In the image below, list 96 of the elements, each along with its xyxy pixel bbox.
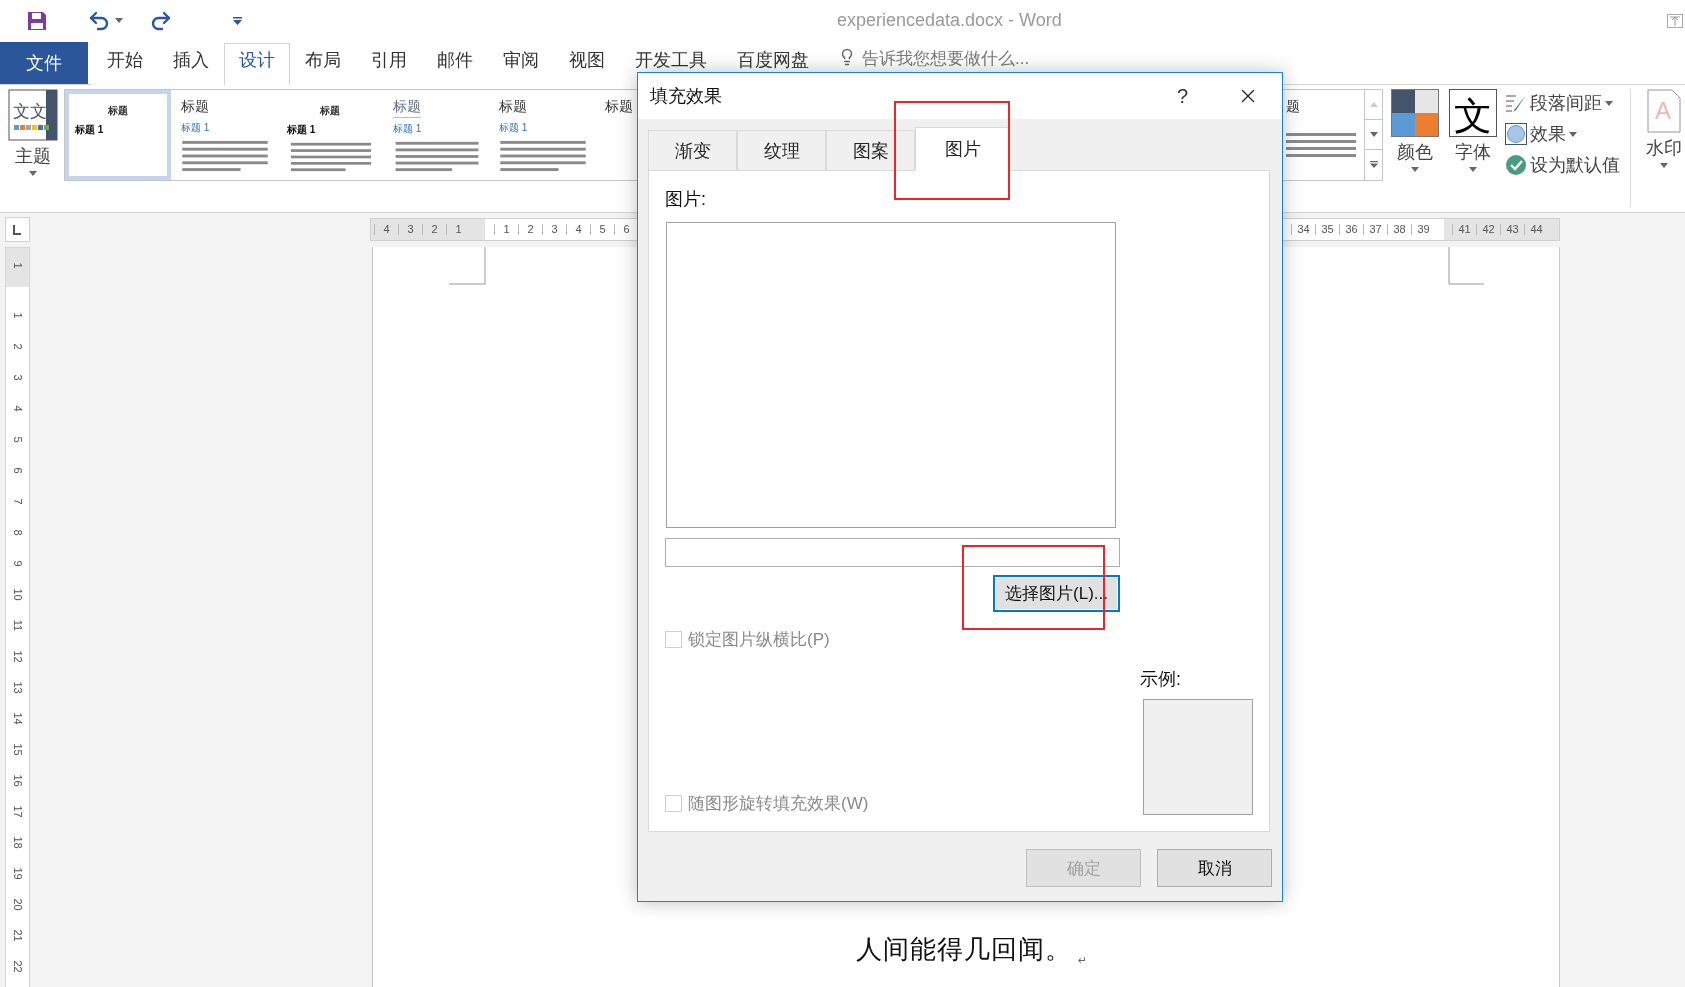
ruler-number: 20 bbox=[11, 898, 25, 911]
up-arrow-icon bbox=[1369, 101, 1378, 107]
ruler-number: 4 bbox=[566, 224, 590, 236]
font-icon: 文 bbox=[1449, 88, 1497, 137]
ruler-number: 1 bbox=[11, 262, 25, 269]
ruler-number: 3 bbox=[398, 224, 422, 236]
ruler-number: 21 bbox=[11, 929, 25, 942]
style-option[interactable]: 标题 标题 1 bbox=[277, 89, 383, 180]
dropdown-caret-icon bbox=[1660, 162, 1668, 168]
set-default-button[interactable]: 设为默认值 bbox=[1505, 152, 1620, 178]
tab-selector-icon[interactable] bbox=[5, 217, 30, 243]
watermark-button[interactable]: A 水印 bbox=[1645, 88, 1683, 168]
ruler-number: 34 bbox=[1291, 224, 1315, 236]
dialog-tab[interactable]: 纹理 bbox=[737, 130, 826, 170]
paragraph-spacing-button[interactable]: 段落间距 bbox=[1505, 90, 1620, 116]
dialog-tab[interactable]: 渐变 bbox=[648, 130, 737, 170]
customize-caret-icon[interactable] bbox=[233, 16, 242, 25]
dropdown-caret-icon bbox=[1411, 166, 1419, 172]
paragraph-mark: ↵ bbox=[1078, 954, 1088, 967]
fonts-button[interactable]: 文 字体 bbox=[1448, 88, 1498, 172]
ruler-number: 36 bbox=[1339, 224, 1363, 236]
ruler-number: 35 bbox=[1315, 224, 1339, 236]
ruler-number: 1 bbox=[494, 224, 518, 236]
margin-corner-mark bbox=[1448, 247, 1484, 285]
ruler-number: 2 bbox=[422, 224, 446, 236]
ruler-number: 9 bbox=[11, 560, 25, 567]
field-label: 图片: bbox=[665, 188, 707, 211]
style-option[interactable]: 题 bbox=[1282, 89, 1364, 180]
dialog-tab[interactable]: 图片 bbox=[915, 127, 1010, 171]
ruler-number: 41 bbox=[1452, 224, 1476, 236]
color-palette-icon bbox=[1391, 88, 1439, 137]
ruler-number: 5 bbox=[590, 224, 614, 236]
paragraph-text: 人间能得几回闻。 bbox=[856, 934, 1072, 966]
style-option[interactable]: 标题 标题 1 bbox=[65, 89, 171, 180]
dialog-tab[interactable]: 图案 bbox=[826, 130, 915, 170]
down-arrow-icon bbox=[1369, 132, 1378, 137]
ruler-number: 4 bbox=[374, 224, 398, 236]
dropdown-caret-icon bbox=[29, 170, 37, 176]
window-title: experiencedata.docx - Word bbox=[837, 10, 1062, 32]
effects-button[interactable]: 效果 bbox=[1505, 121, 1620, 147]
ruler-number: 44 bbox=[1524, 224, 1548, 236]
margin-corner-mark bbox=[449, 247, 486, 285]
ruler-number: 16 bbox=[11, 774, 25, 787]
ruler-number: 3 bbox=[542, 224, 566, 236]
expand-icon bbox=[1369, 161, 1378, 169]
watermark-icon: A bbox=[1647, 88, 1681, 133]
style-option[interactable]: 标题 标题 1 bbox=[489, 89, 595, 180]
ruler-number: 39 bbox=[1411, 224, 1435, 236]
ruler-number: 1 bbox=[11, 312, 25, 319]
colors-button[interactable]: 颜色 bbox=[1390, 88, 1440, 172]
ruler-number: 19 bbox=[11, 867, 25, 880]
theme-button[interactable]: 文文 主题 bbox=[8, 88, 58, 176]
save-icon[interactable] bbox=[27, 10, 47, 31]
dialog-title: 填充效果 bbox=[650, 85, 722, 108]
ruler-number: 5 bbox=[11, 436, 25, 443]
picture-path-field[interactable] bbox=[665, 538, 1120, 567]
ruler-number: 18 bbox=[11, 836, 25, 849]
checkbox-label: 随图形旋转填充效果(W) bbox=[688, 793, 869, 815]
check-icon bbox=[1505, 154, 1527, 176]
ruler-number: 22 bbox=[11, 960, 25, 973]
ruler-number: 43 bbox=[1500, 224, 1524, 236]
help-button[interactable]: ? bbox=[1176, 84, 1188, 108]
ruler-number: 12 bbox=[11, 650, 25, 663]
dropdown-caret-icon bbox=[115, 18, 123, 24]
dropdown-caret-icon bbox=[1469, 166, 1477, 172]
ribbon-display-icon[interactable] bbox=[1667, 13, 1683, 28]
ruler-number: 15 bbox=[11, 743, 25, 756]
ruler-number: 14 bbox=[11, 712, 25, 725]
ruler-number: 13 bbox=[11, 681, 25, 694]
ruler-number: 38 bbox=[1387, 224, 1411, 236]
effects-icon bbox=[1505, 123, 1527, 145]
ruler-number: 1 bbox=[446, 224, 470, 236]
ruler-number: 2 bbox=[518, 224, 542, 236]
theme-icon: 文文 bbox=[8, 88, 58, 141]
ruler-number: 2 bbox=[11, 343, 25, 350]
dropdown-caret-icon bbox=[1569, 131, 1577, 137]
dropdown-caret-icon bbox=[1605, 100, 1613, 106]
style-option[interactable]: 标题 标题 1 bbox=[383, 89, 489, 180]
paragraph-spacing-icon bbox=[1505, 93, 1527, 113]
ruler-number: 7 bbox=[11, 498, 25, 505]
cancel-button[interactable]: 取消 bbox=[1157, 849, 1272, 887]
tell-me-field[interactable]: 告诉我您想要做什么... bbox=[860, 47, 1090, 70]
ruler-number: 37 bbox=[1363, 224, 1387, 236]
checkbox-label: 锁定图片纵横比(P) bbox=[688, 629, 830, 651]
ruler-number: 17 bbox=[11, 805, 25, 818]
file-tab[interactable]: 文件 bbox=[0, 41, 88, 84]
ruler-number: 42 bbox=[1476, 224, 1500, 236]
ribbon-tab[interactable]: 设计 bbox=[224, 42, 290, 85]
style-option[interactable]: 标题 标题 1 bbox=[171, 89, 277, 180]
ruler-number: 10 bbox=[11, 588, 25, 601]
ruler-number: 8 bbox=[11, 529, 25, 536]
ruler-number: 6 bbox=[11, 467, 25, 474]
field-label: 示例: bbox=[1140, 668, 1182, 691]
ruler-number: 3 bbox=[11, 374, 25, 381]
ruler-number: 11 bbox=[11, 619, 25, 632]
ruler-number: 4 bbox=[11, 405, 25, 412]
